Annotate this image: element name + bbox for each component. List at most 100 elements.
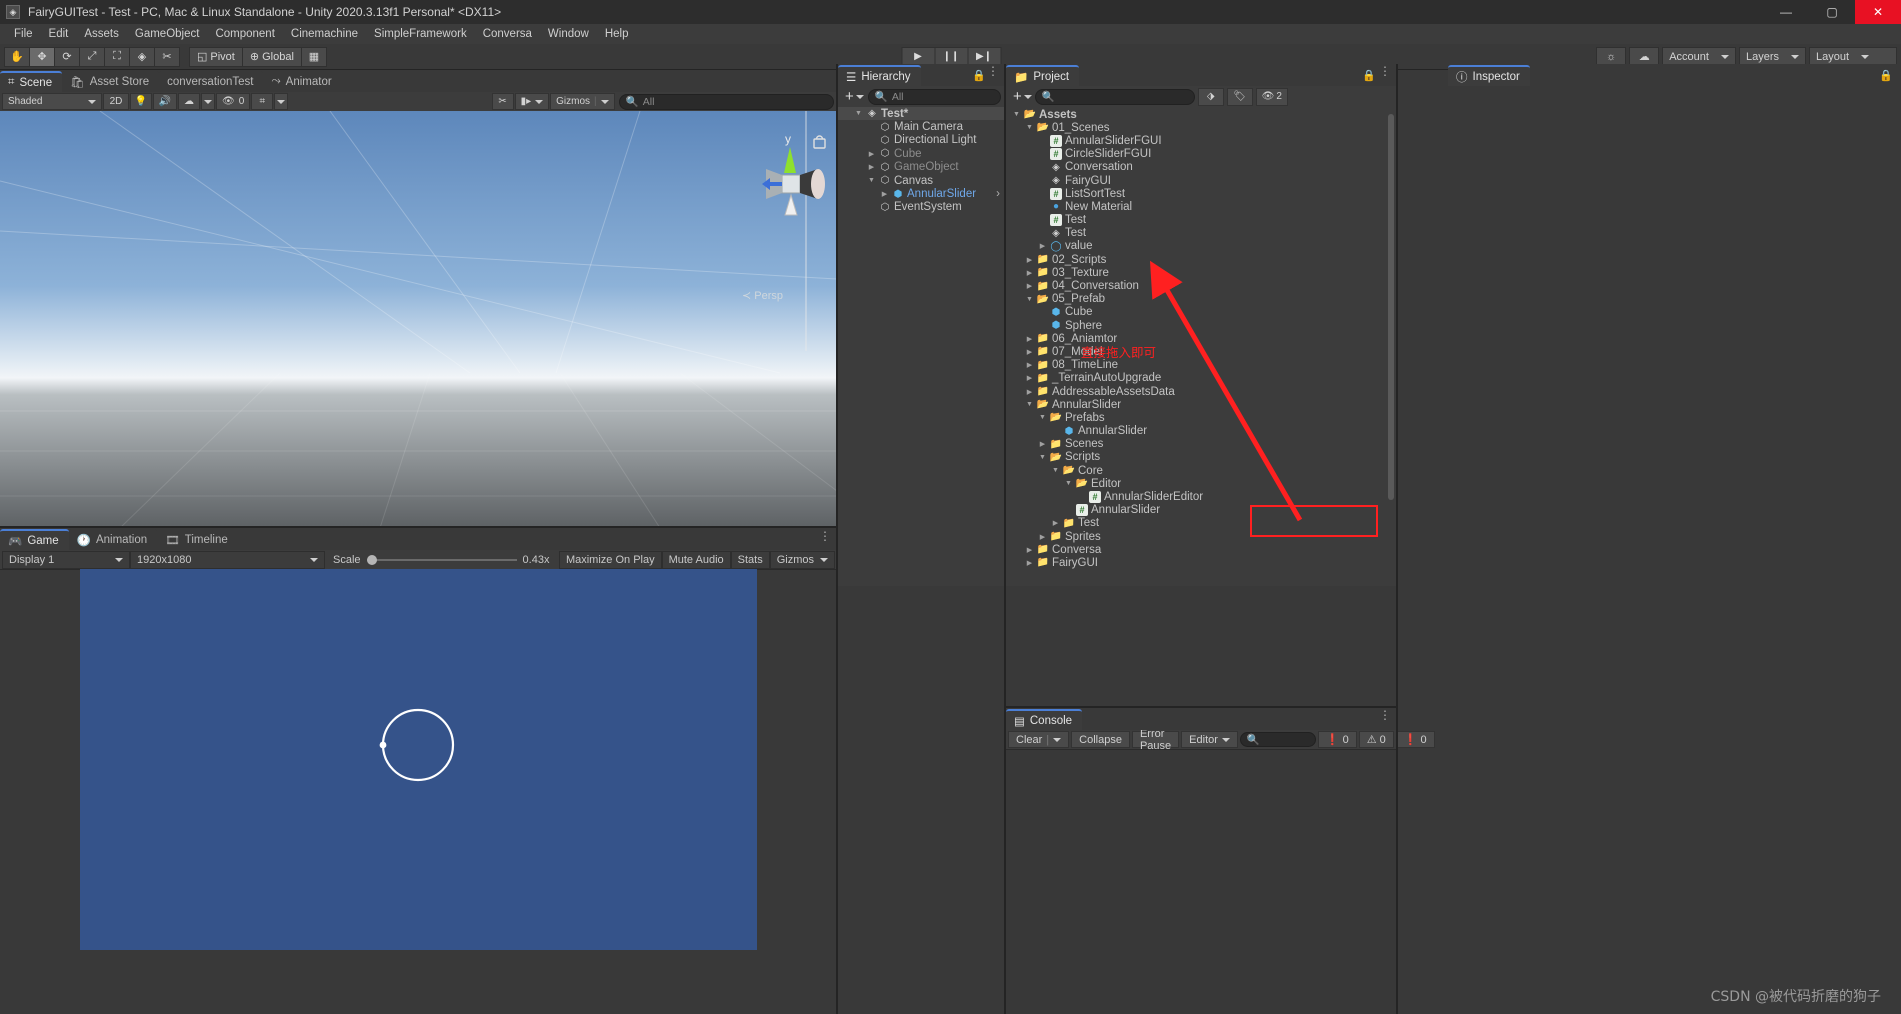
maximize-button[interactable]: ▢: [1809, 0, 1855, 24]
tree-item[interactable]: ▶ 📁 Test: [1006, 517, 1396, 530]
hand-tool-button[interactable]: ✋: [4, 46, 30, 67]
scene-visibility-dropdown[interactable]: [274, 93, 289, 110]
console-log-list[interactable]: [1006, 750, 1396, 1014]
tree-item[interactable]: ▼ 📂 05_Prefab: [1006, 293, 1396, 306]
chevron-right-icon[interactable]: ▶: [1038, 440, 1047, 448]
rotate-tool-button[interactable]: ⟳: [54, 46, 80, 67]
tree-item[interactable]: ▶ 📁 02_Scripts: [1006, 253, 1396, 266]
menu-item-file[interactable]: File: [6, 24, 41, 44]
chevron-right-icon[interactable]: ▶: [1025, 256, 1034, 264]
collapse-button[interactable]: Collapse: [1071, 731, 1130, 748]
tab-game[interactable]: 🎮 Game: [0, 529, 69, 550]
tree-item[interactable]: # AnnularSlider: [1006, 504, 1396, 517]
pivot-toggle-button[interactable]: ◱ Pivot: [189, 46, 243, 67]
transform-tool-button[interactable]: ◈: [129, 46, 155, 67]
console-search-input[interactable]: 🔍: [1239, 732, 1316, 747]
menu-item-simpleframework[interactable]: SimpleFramework: [366, 24, 475, 44]
fx-dropdown-button[interactable]: [201, 93, 215, 110]
tab-scene[interactable]: ⌗ Scene: [0, 71, 63, 92]
chevron-down-icon[interactable]: ▼: [1025, 296, 1034, 303]
chevron-right-icon[interactable]: ▶: [1025, 374, 1034, 382]
hierarchy-search-input[interactable]: 🔍 All: [867, 88, 1001, 105]
tree-item[interactable]: ▼ ⬡ Canvas: [838, 174, 1004, 187]
tree-item[interactable]: ▶ ⬡ Cube: [838, 147, 1004, 160]
scene-tools-button[interactable]: ✂: [491, 93, 514, 110]
tree-item[interactable]: ▶ 📁 _TerrainAutoUpgrade: [1006, 372, 1396, 385]
tree-item[interactable]: ▼ ◈ Test*: [838, 107, 1004, 121]
chevron-right-icon[interactable]: ▶: [867, 150, 876, 158]
resolution-dropdown[interactable]: 1920x1080: [130, 550, 325, 569]
log-count-toggle[interactable]: ❗ 0: [1317, 731, 1357, 748]
chevron-right-icon[interactable]: ▶: [1038, 533, 1047, 541]
snap-grid-button[interactable]: ▦: [300, 46, 327, 67]
divider-scene-game[interactable]: [0, 526, 836, 528]
chevron-right-icon[interactable]: ▶: [1025, 348, 1034, 356]
chevron-down-icon[interactable]: ▼: [1064, 480, 1073, 487]
scene-visibility-button[interactable]: ⌗: [251, 93, 274, 110]
divider-project-console[interactable]: [1006, 706, 1396, 708]
menu-item-gameobject[interactable]: GameObject: [127, 24, 208, 44]
tree-item[interactable]: ▼ 📂 Core: [1006, 464, 1396, 477]
custom-tool-button[interactable]: ✂: [154, 46, 180, 67]
scene-search-input[interactable]: 🔍 All: [618, 93, 834, 110]
chevron-right-icon[interactable]: ▶: [1025, 559, 1034, 567]
scale-slider[interactable]: [366, 554, 517, 565]
shading-mode-dropdown[interactable]: Shaded: [2, 93, 102, 110]
tree-item[interactable]: ▶ 📁 08_TimeLine: [1006, 359, 1396, 372]
tree-item[interactable]: ▼ 📂 01_Scenes: [1006, 121, 1396, 134]
tree-item[interactable]: ▶ ◯ value: [1006, 240, 1396, 253]
filter-by-type-button[interactable]: ⬗: [1197, 87, 1224, 106]
tree-item[interactable]: ⬢ AnnularSlider: [1006, 425, 1396, 438]
tab-animator[interactable]: ⤳ Animator: [263, 71, 342, 92]
chevron-right-icon[interactable]: ▶: [1025, 269, 1034, 277]
tree-item[interactable]: ▶ ⬡ GameObject: [838, 161, 1004, 174]
tree-item[interactable]: # ListSortTest: [1006, 187, 1396, 200]
tree-item[interactable]: ▼ 📂 Editor: [1006, 477, 1396, 490]
maximize-on-play-button[interactable]: Maximize On Play: [558, 550, 662, 569]
chevron-right-icon[interactable]: ▶: [1025, 282, 1034, 290]
scale-tool-button[interactable]: ⤢: [79, 46, 105, 67]
close-button[interactable]: ✕: [1855, 0, 1901, 24]
project-search-input[interactable]: 🔍: [1034, 88, 1195, 105]
chevron-right-icon[interactable]: ▶: [1025, 361, 1034, 369]
clear-button[interactable]: Clear |: [1008, 731, 1070, 748]
camera-settings-button[interactable]: ▮▸: [514, 93, 550, 110]
scene-viewport[interactable]: y ≺ Persp: [0, 111, 837, 528]
tab-asset-store[interactable]: 🛍 Asset Store: [62, 71, 160, 92]
console-menu-icon[interactable]: ⋮: [1379, 709, 1391, 721]
audio-toggle-button[interactable]: 🔊: [153, 93, 177, 110]
chevron-down-icon[interactable]: ▼: [1025, 401, 1034, 408]
tree-item[interactable]: ⬢ Cube: [1006, 306, 1396, 319]
chevron-down-icon[interactable]: ▼: [867, 177, 876, 184]
rect-tool-button[interactable]: ⛶: [104, 46, 130, 67]
tree-item[interactable]: ▶ 📁 07_Model: [1006, 345, 1396, 358]
tree-item[interactable]: ⬢ Sphere: [1006, 319, 1396, 332]
tree-item[interactable]: ▼ 📂 Assets: [1006, 108, 1396, 121]
tab-project[interactable]: 📁 Project: [1006, 65, 1080, 86]
menu-item-help[interactable]: Help: [597, 24, 637, 44]
project-tree[interactable]: ▼ 📂 Assets ▼ 📂 01_Scenes # AnnularSliderFGUI # Ci…: [1006, 108, 1396, 586]
editor-dropdown[interactable]: Editor: [1181, 731, 1238, 748]
tab-console[interactable]: ▤ Console: [1006, 709, 1083, 730]
divider-project-inspector[interactable]: [1396, 64, 1398, 1014]
chevron-down-icon[interactable]: ▼: [1038, 454, 1047, 461]
2d-toggle-button[interactable]: 2D: [103, 93, 129, 110]
tree-item[interactable]: # AnnularSliderFGUI: [1006, 134, 1396, 147]
game-panel-menu-icon[interactable]: ⋮: [819, 530, 831, 542]
menu-item-cinemachine[interactable]: Cinemachine: [283, 24, 366, 44]
mute-audio-button[interactable]: Mute Audio: [661, 550, 731, 569]
error-pause-button[interactable]: Error Pause: [1131, 728, 1180, 752]
menu-item-window[interactable]: Window: [540, 24, 597, 44]
chevron-down-icon[interactable]: ▼: [854, 110, 863, 117]
chevron-down-icon[interactable]: ▼: [1051, 467, 1060, 474]
tree-item[interactable]: ▶ 📁 Conversa: [1006, 543, 1396, 556]
fx-toggle-button[interactable]: ☁: [178, 93, 200, 110]
warning-count-toggle[interactable]: ⚠ 0: [1358, 731, 1394, 748]
hidden-objects-button[interactable]: 👁 0: [216, 93, 251, 110]
tree-item[interactable]: # CircleSliderFGUI: [1006, 148, 1396, 161]
hierarchy-menu-icon[interactable]: ⋮: [987, 65, 999, 77]
divider-hierarchy-project[interactable]: [1004, 64, 1006, 1014]
tree-item[interactable]: # AnnularSliderEditor: [1006, 490, 1396, 504]
chevron-right-icon[interactable]: ▶: [1038, 242, 1047, 250]
display-dropdown[interactable]: Display 1: [2, 550, 130, 569]
